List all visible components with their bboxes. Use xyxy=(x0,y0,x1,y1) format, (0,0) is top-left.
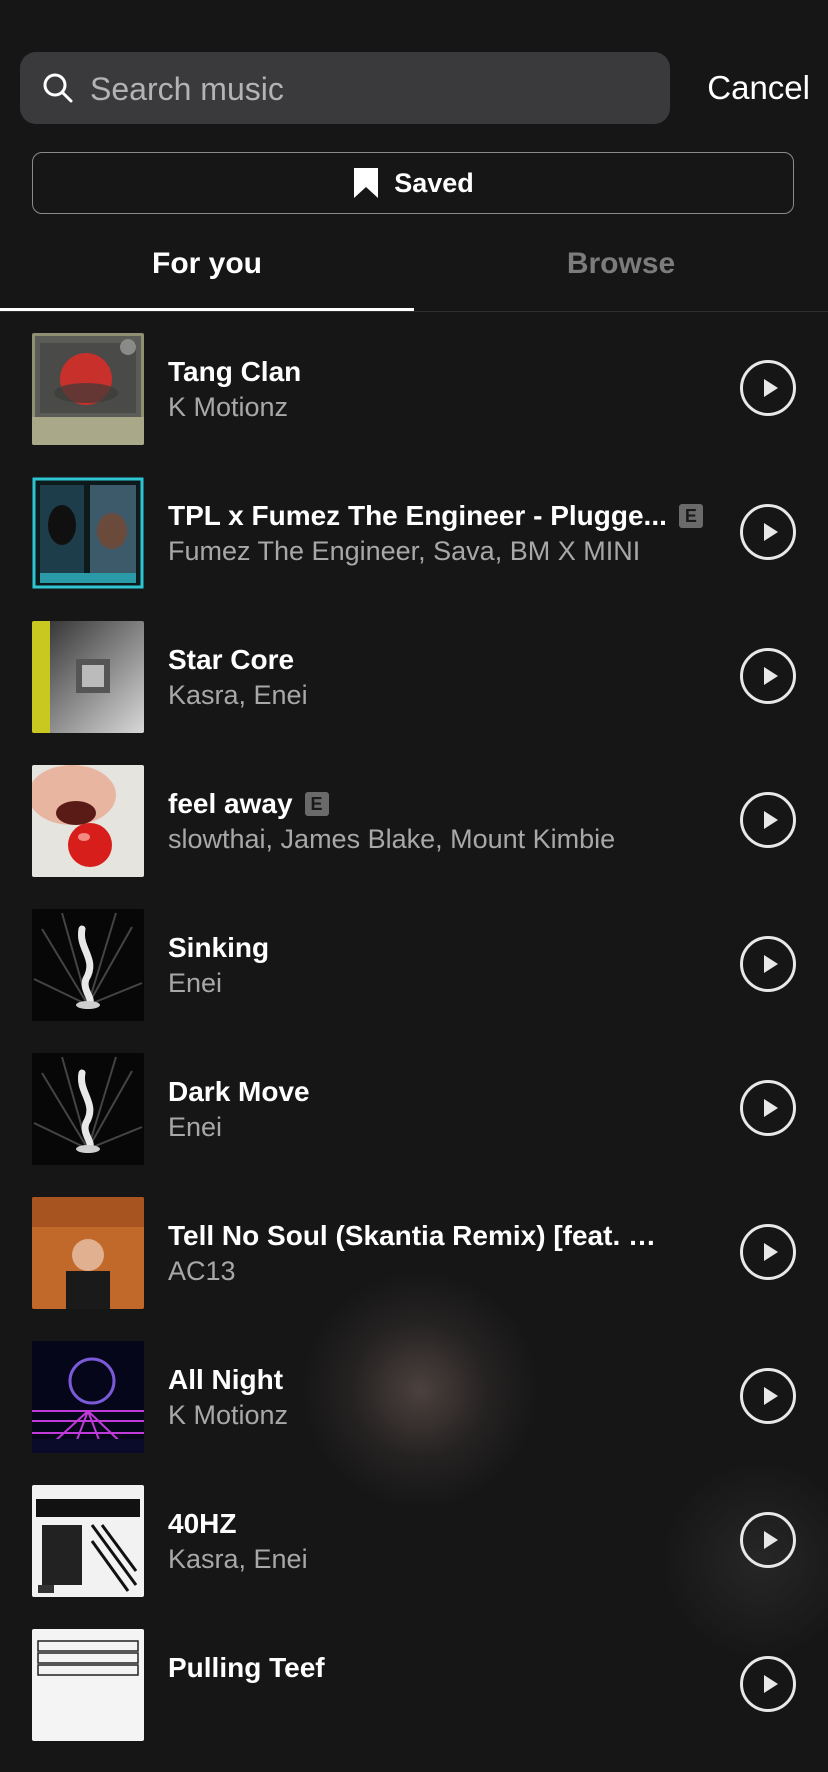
search-input[interactable] xyxy=(88,52,652,126)
track-title: 40HZ xyxy=(168,1508,237,1539)
play-icon[interactable] xyxy=(740,1224,796,1280)
track-row[interactable]: 40HZ Kasra, Enei xyxy=(0,1484,828,1628)
tab-browse[interactable]: Browse xyxy=(414,232,828,310)
track-row[interactable]: All Night K Motionz xyxy=(0,1340,828,1484)
track-row[interactable]: Tell No Soul (Skantia Remix) [feat. Kin.… xyxy=(0,1196,828,1340)
track-title: feel away xyxy=(168,788,293,819)
saved-button[interactable]: Saved xyxy=(32,152,794,214)
play-icon[interactable] xyxy=(740,936,796,992)
track-row[interactable]: Tang Clan K Motionz xyxy=(0,332,828,476)
track-artist: Fumez The Engineer, Sava, BM X MINI xyxy=(168,536,641,566)
track-title: All Night xyxy=(168,1364,284,1395)
cancel-button[interactable]: Cancel xyxy=(707,52,810,124)
album-art xyxy=(32,765,144,877)
track-artist: K Motionz xyxy=(168,392,289,422)
track-list: Tang Clan K Motionz TPL x Fumez The Engi… xyxy=(0,332,828,1772)
play-icon[interactable] xyxy=(740,792,796,848)
album-art xyxy=(32,1341,144,1453)
track-row[interactable]: feel away E slowthai, James Blake, Mount… xyxy=(0,764,828,908)
album-art xyxy=(32,333,144,445)
play-icon[interactable] xyxy=(740,1080,796,1136)
tab-divider xyxy=(0,311,828,312)
track-artist: Enei xyxy=(168,968,223,998)
saved-label: Saved xyxy=(394,167,474,198)
track-title: Sinking xyxy=(168,932,270,963)
track-title: Pulling Teef xyxy=(168,1652,325,1683)
search-field[interactable] xyxy=(20,52,670,126)
search-bar: Cancel xyxy=(20,52,810,126)
track-title: Tang Clan xyxy=(168,356,302,387)
track-artist: AC13 xyxy=(168,1256,236,1286)
track-artist: slowthai, James Blake, Mount Kimbie xyxy=(168,824,616,854)
play-icon[interactable] xyxy=(740,648,796,704)
track-row[interactable]: Dark Move Enei xyxy=(0,1052,828,1196)
tab-bar: For you Browse xyxy=(0,232,828,312)
album-art xyxy=(32,909,144,1021)
track-artist: Kasra, Enei xyxy=(168,680,308,710)
track-title: Dark Move xyxy=(168,1076,310,1107)
album-art xyxy=(32,1197,144,1309)
album-art xyxy=(32,1629,144,1741)
track-artist: Enei xyxy=(168,1112,223,1142)
explicit-badge: E xyxy=(304,792,329,816)
track-row[interactable]: Pulling Teef xyxy=(0,1628,828,1772)
track-row[interactable]: Star Core Kasra, Enei xyxy=(0,620,828,764)
play-icon[interactable] xyxy=(740,1512,796,1568)
play-icon[interactable] xyxy=(740,1656,796,1712)
track-artist: Kasra, Enei xyxy=(168,1544,308,1574)
bookmark-icon xyxy=(354,168,379,198)
track-row[interactable]: Sinking Enei xyxy=(0,908,828,1052)
tab-for-you[interactable]: For you xyxy=(0,232,414,310)
album-art xyxy=(32,477,144,589)
track-artist: K Motionz xyxy=(168,1400,289,1430)
track-row[interactable]: TPL x Fumez The Engineer - Plugge... E F… xyxy=(0,476,828,620)
track-title: TPL x Fumez The Engineer - Plugge... xyxy=(168,500,667,531)
explicit-badge: E xyxy=(678,504,703,528)
track-artist xyxy=(168,1688,708,1726)
album-art xyxy=(32,621,144,733)
play-icon[interactable] xyxy=(740,360,796,416)
album-art xyxy=(32,1485,144,1597)
track-title: Star Core xyxy=(168,644,295,675)
play-icon[interactable] xyxy=(740,504,796,560)
play-icon[interactable] xyxy=(740,1368,796,1424)
search-icon xyxy=(43,73,73,103)
track-title: Tell No Soul (Skantia Remix) [feat. Kin.… xyxy=(168,1220,673,1251)
album-art xyxy=(32,1053,144,1165)
